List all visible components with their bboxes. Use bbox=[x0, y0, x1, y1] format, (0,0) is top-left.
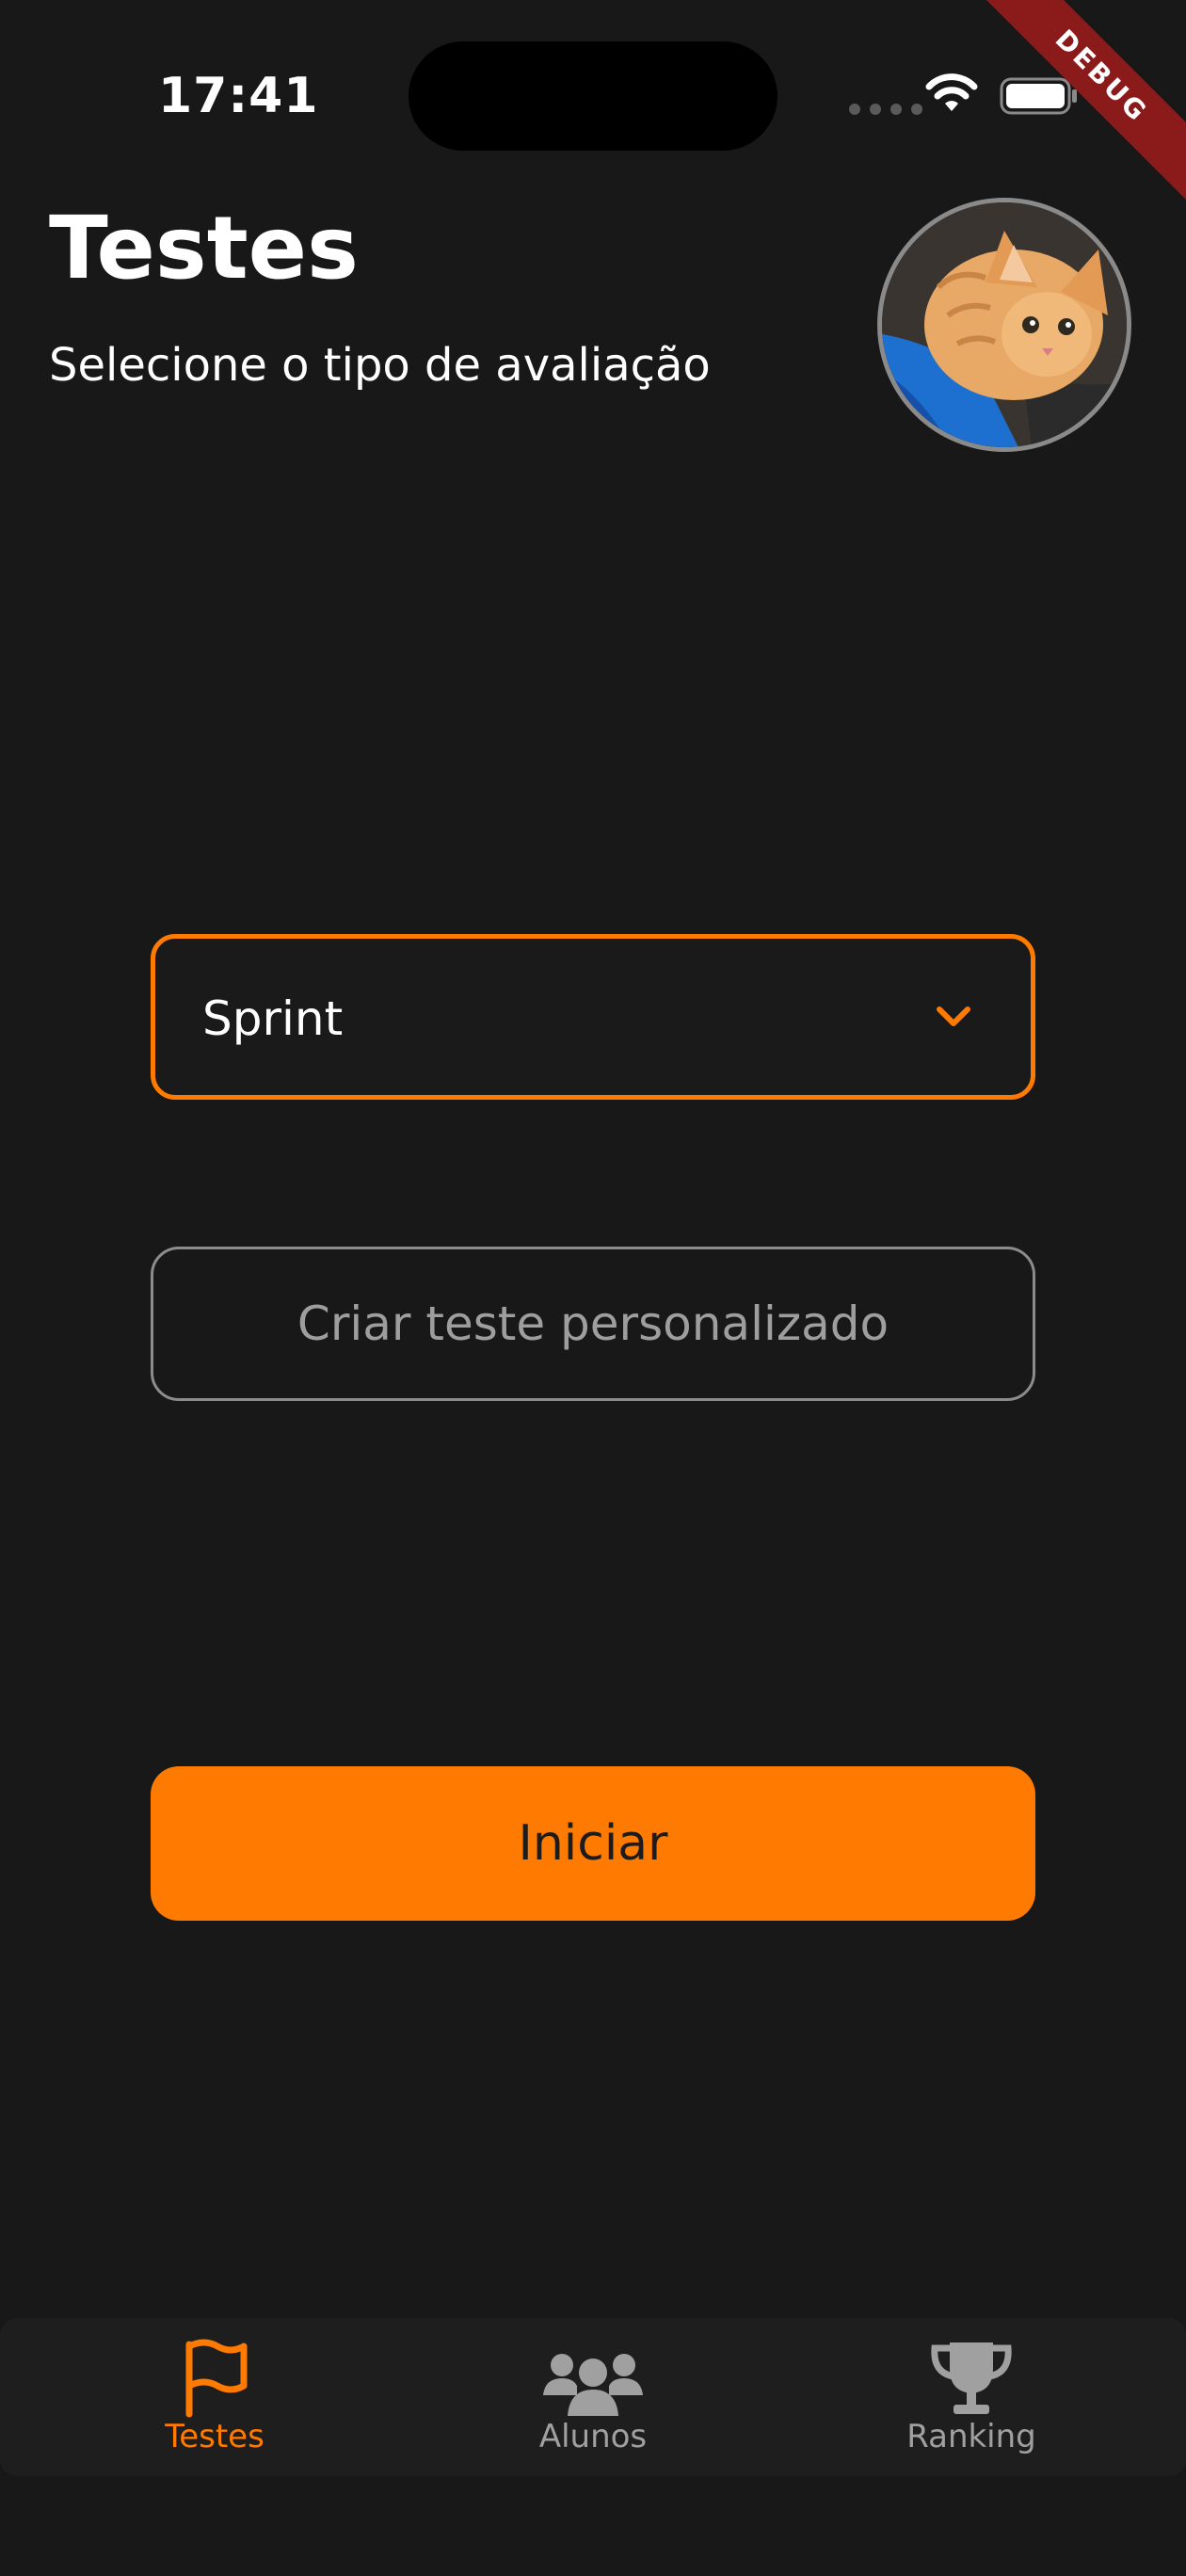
nav-item-testes[interactable]: Testes bbox=[92, 2337, 337, 2459]
dynamic-island bbox=[409, 41, 777, 151]
start-button[interactable]: Iniciar bbox=[151, 1766, 1035, 1921]
wifi-icon bbox=[925, 73, 978, 111]
avatar[interactable] bbox=[877, 198, 1131, 452]
nav-label: Alunos bbox=[538, 2418, 648, 2455]
bottom-navigation: Testes Alunos Ranking bbox=[0, 2318, 1186, 2476]
page-subtitle: Selecione o tipo de avaliação bbox=[49, 339, 711, 392]
flag-icon bbox=[185, 2339, 248, 2418]
nav-label: Ranking bbox=[906, 2418, 1036, 2455]
status-time: 17:41 bbox=[158, 68, 319, 124]
battery-icon bbox=[1000, 77, 1077, 115]
test-type-dropdown[interactable]: Sprint bbox=[151, 934, 1035, 1100]
avatar-image bbox=[882, 202, 1127, 447]
screen: 17:41 DEBUG Testes Selecione o tipo de a… bbox=[0, 0, 1186, 2576]
dropdown-selected-value: Sprint bbox=[202, 991, 344, 1046]
users-icon bbox=[543, 2354, 643, 2416]
chevron-down-icon bbox=[937, 1006, 970, 1026]
trophy-icon bbox=[931, 2343, 1012, 2414]
create-custom-test-button[interactable]: Criar teste personalizado bbox=[151, 1247, 1035, 1401]
cellular-signal-icon bbox=[849, 104, 922, 115]
nav-label: Testes bbox=[165, 2418, 264, 2455]
nav-item-alunos[interactable]: Alunos bbox=[471, 2337, 715, 2459]
page-title: Testes bbox=[49, 198, 359, 298]
nav-item-ranking[interactable]: Ranking bbox=[849, 2337, 1094, 2459]
